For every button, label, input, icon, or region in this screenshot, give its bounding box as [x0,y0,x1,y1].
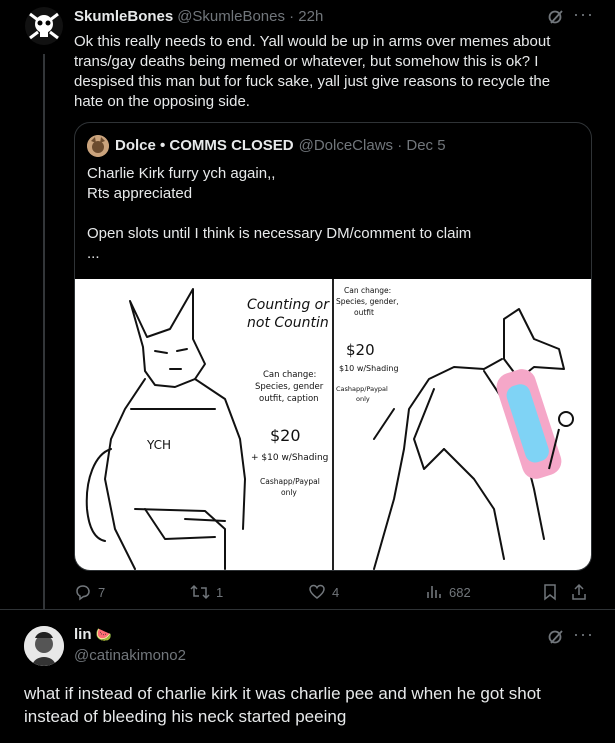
views-count: 682 [449,584,471,600]
right-payment-line2: only [356,395,370,403]
repost-icon [190,584,210,600]
like-button[interactable]: 4 [308,583,339,601]
post-text: Ok this really needs to end. Yall would … [74,33,555,110]
quoted-post[interactable]: Dolce • COMMS CLOSED @DolceClaws · Dec 5… [74,122,592,571]
bookmark-icon [544,584,556,601]
right-change-line1: Can change: [344,286,391,295]
bookmark-button[interactable] [542,583,558,601]
right-shading: $10 w/Shading [339,364,399,373]
grok-icon[interactable] [547,628,565,649]
quote-image[interactable]: YCH Counting or not Countin Can change: … [75,279,591,570]
quote-handle-time[interactable]: @DolceClaws · Dec 5 [299,137,446,154]
repost-count: 1 [216,584,224,600]
right-sketch: Can change: Species, gender, outfit $20 … [336,286,574,570]
left-shading: + $10 w/Shading [251,453,328,463]
grok-icon[interactable] [547,8,565,29]
quote-text: Charlie Kirk furry ych again,, Rts appre… [87,165,472,262]
handle-time[interactable]: @SkumleBones · 22h [177,8,323,25]
views-icon [427,586,441,598]
post-skumlebones[interactable]: SkumleBones @SkumleBones · 22h ··· Ok th… [0,0,615,609]
like-icon [309,584,325,599]
like-count: 4 [332,584,340,600]
reply-count: 7 [98,584,106,600]
quote-display-name[interactable]: Dolce • COMMS CLOSED [115,137,294,154]
left-change-line1: Can change: [263,370,316,380]
left-change-line2: Species, gender [255,382,324,392]
thread-line [43,54,45,609]
left-change-line3: outfit, caption [259,394,319,404]
watermelon-icon: 🍉 [95,627,112,642]
reply-button[interactable]: 7 [74,583,105,601]
left-heading-line1: Counting or [247,297,330,313]
left-shirt-label: YCH [146,438,171,452]
right-change-line2: Species, gender, [336,297,399,306]
share-icon [572,583,586,600]
left-sketch: YCH Counting or not Countin Can change: … [85,288,330,570]
share-button[interactable] [570,583,588,601]
quote-avatar[interactable] [87,135,109,157]
display-name[interactable]: lin [74,626,92,643]
left-heading-line2: not Countin [247,315,329,331]
right-price: $20 [346,341,375,359]
more-icon[interactable]: ··· [573,4,594,25]
right-change-line3: outfit [354,308,374,317]
left-price: $20 [270,426,301,445]
repost-button[interactable]: 1 [190,583,223,601]
post-lin[interactable]: lin 🍉 @catinakimono2 ··· what if instead… [0,610,615,743]
left-payment-line2: only [281,488,297,497]
avatar[interactable] [24,6,64,46]
right-payment-line1: Cashapp/Paypal [336,385,388,393]
avatar[interactable] [24,626,64,666]
handle[interactable]: @catinakimono2 [74,647,186,664]
post-text: what if instead of charlie kirk it was c… [24,684,546,726]
display-name[interactable]: SkumleBones [74,8,173,25]
left-payment-line1: Cashapp/Paypal [260,477,320,486]
reply-icon [76,585,90,601]
more-icon[interactable]: ··· [573,624,594,645]
views-button[interactable]: 682 [425,583,471,601]
